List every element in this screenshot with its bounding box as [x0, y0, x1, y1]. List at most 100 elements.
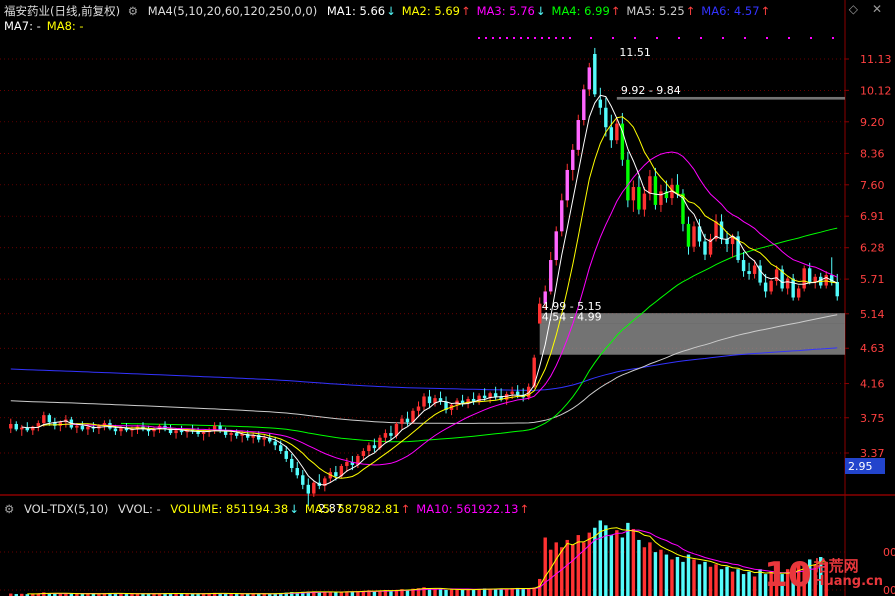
candle-body — [659, 191, 663, 205]
volume-bar — [587, 532, 592, 596]
candle-body — [9, 423, 13, 429]
candle-body — [609, 127, 614, 141]
candle-body — [75, 425, 79, 428]
candle-body — [807, 268, 812, 283]
candle-body — [504, 394, 509, 400]
close-icon[interactable]: ✕ — [872, 2, 882, 16]
volume-value-3: MA10: 561922.13 — [416, 502, 519, 516]
candle-body — [747, 271, 751, 274]
price-header: 福安药业(日线,前复权) ⚙ MA4(5,10,20,60,120,250,0,… — [4, 3, 782, 19]
y-tick-label: 4.63 — [860, 342, 885, 355]
volume-bar — [730, 571, 735, 596]
volume-value-1: VOLUME: 851194.38 — [170, 502, 289, 516]
candle-body — [482, 395, 487, 399]
candle-body — [626, 159, 630, 201]
volume-bar — [576, 535, 580, 596]
candle-body — [565, 169, 569, 201]
stock-name[interactable]: 福安药业(日线,前复权) — [4, 4, 120, 18]
signal-dot — [555, 37, 557, 39]
signal-dot — [656, 37, 658, 39]
volume-bar — [659, 549, 663, 596]
signal-dot — [485, 37, 487, 39]
volume-bar — [549, 549, 553, 596]
candle-body — [615, 123, 619, 141]
candle-body — [427, 396, 432, 404]
signal-dot — [569, 37, 571, 39]
candle-body — [769, 280, 773, 292]
volume-bar — [725, 566, 729, 596]
signal-dot — [506, 37, 508, 39]
candle-body — [334, 472, 338, 477]
volume-tick-label: 00 — [883, 546, 895, 559]
signal-dot — [562, 37, 564, 39]
signal-dot — [810, 37, 812, 39]
candle-body — [312, 482, 316, 494]
gear-icon[interactable]: ⚙ — [128, 4, 138, 18]
candle-body — [306, 484, 310, 494]
volume-bar — [653, 552, 658, 596]
ma-value-row2-1: MA7: - — [4, 19, 41, 33]
signal-dot — [499, 37, 501, 39]
volume-bar — [334, 592, 338, 596]
signal-dot — [590, 37, 592, 39]
volume-bar — [460, 589, 465, 596]
volume-bar — [675, 557, 680, 596]
y-tick-label: 10.12 — [860, 84, 892, 97]
volume-bar — [642, 547, 647, 596]
volume-indicator-name[interactable]: VOL-TDX(5,10) — [24, 502, 108, 516]
ma-header-row-2: MA7: - MA8: - — [4, 19, 90, 33]
volume-bar — [758, 569, 762, 596]
signal-dot — [534, 37, 536, 39]
volume-bar — [609, 535, 614, 596]
volume-bar — [455, 589, 459, 596]
ma-group-label[interactable]: MA4(5,10,20,60,120,250,0,0) — [148, 4, 317, 18]
candle-body — [824, 275, 828, 286]
volume-bar — [521, 588, 525, 596]
candle-body — [598, 99, 603, 108]
candle-body — [796, 288, 801, 298]
signal-dot — [722, 37, 724, 39]
volume-bar — [714, 564, 718, 596]
signal-dot — [832, 37, 834, 39]
y-tick-label: 4.16 — [860, 378, 885, 391]
candle-body — [361, 451, 366, 456]
gear-icon[interactable]: ⚙ — [4, 502, 14, 516]
candle-body — [741, 260, 746, 272]
volume-bar — [433, 589, 437, 596]
candle-body — [576, 120, 580, 150]
diamond-icon[interactable]: ◇ — [849, 2, 858, 16]
volume-bar — [477, 588, 481, 596]
y-tick-label: 9.20 — [860, 116, 885, 129]
signal-dot — [548, 37, 550, 39]
candle-body — [405, 418, 410, 423]
signal-dot — [788, 37, 790, 39]
candle-body — [80, 425, 85, 430]
volume-bar — [471, 589, 476, 596]
volume-bar — [752, 576, 757, 596]
signal-dot — [492, 37, 494, 39]
candle-body — [372, 445, 377, 449]
candle-body — [279, 445, 283, 452]
watermark-number: 10 — [764, 555, 812, 595]
candle-body — [14, 423, 18, 430]
candle-body — [201, 432, 206, 434]
candle-body — [703, 241, 707, 255]
candle-body — [692, 226, 696, 247]
volume-bar — [593, 527, 597, 596]
candle-body — [675, 184, 680, 194]
gap-zone — [616, 96, 845, 100]
ma-value-arrow-6: ↑ — [760, 4, 771, 18]
candle-body — [554, 231, 558, 261]
volume-bar — [620, 537, 625, 596]
price-annotation: 9.92 - 9.84 — [621, 84, 681, 97]
candle-body — [752, 265, 757, 274]
candle-body — [113, 428, 118, 432]
candle-body — [234, 433, 239, 436]
candle-body — [510, 391, 514, 395]
ma-value-3: MA3: 5.76 — [476, 4, 535, 18]
volume-bar — [449, 589, 454, 596]
volume-bar — [741, 574, 746, 596]
volume-bar — [389, 590, 393, 596]
candle-body — [802, 268, 806, 289]
ma-value-arrow-1: ↓ — [386, 4, 396, 18]
